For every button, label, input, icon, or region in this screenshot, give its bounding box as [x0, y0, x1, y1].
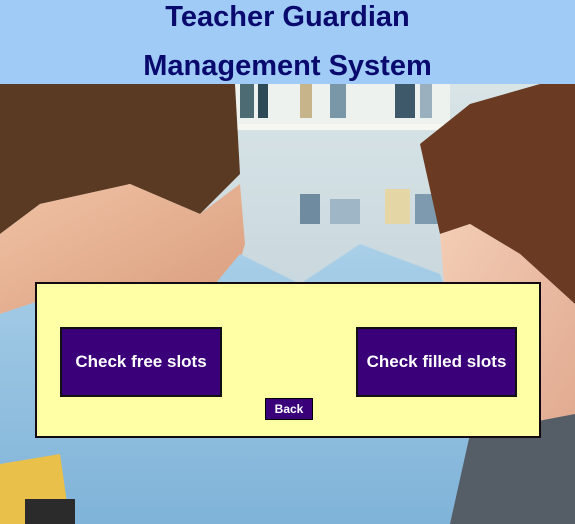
app-title-line-1: Teacher Guardian [165, 1, 410, 33]
title-banner: Teacher Guardian Management System [0, 0, 575, 84]
back-button[interactable]: Back [265, 398, 313, 420]
app-title-line-2: Management System [143, 50, 432, 82]
check-filled-slots-button[interactable]: Check filled slots [356, 327, 517, 397]
check-free-slots-button[interactable]: Check free slots [60, 327, 222, 397]
slot-options-panel: Check free slots Check filled slots Back [35, 282, 541, 438]
